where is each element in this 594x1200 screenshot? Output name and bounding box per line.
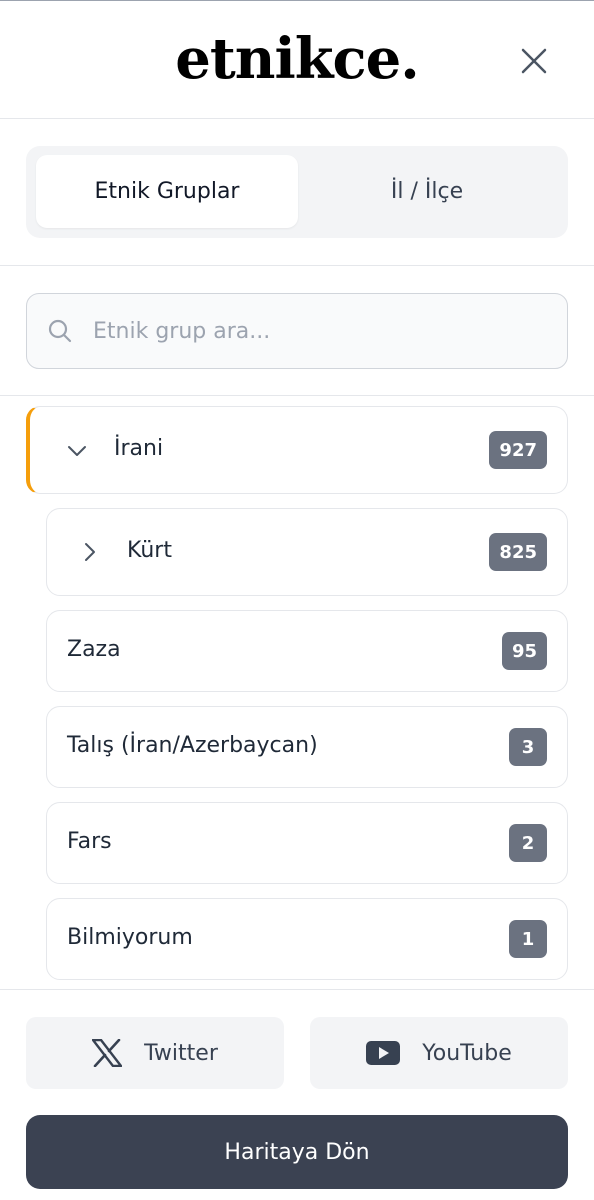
list-item-fars[interactable]: Fars 2	[46, 802, 568, 884]
list-item-label: Fars	[67, 829, 112, 854]
list-item-irani[interactable]: İrani 927	[26, 406, 568, 494]
chevron-down-icon[interactable]	[66, 440, 88, 462]
search-input[interactable]	[93, 310, 553, 352]
back-to-map-button[interactable]: Haritaya Dön	[26, 1115, 568, 1189]
tabs-section: Etnik Gruplar İl / İlçe	[0, 119, 594, 266]
tab-ethnic-groups[interactable]: Etnik Gruplar	[36, 155, 298, 228]
list-item-talis[interactable]: Talış (İran/Azerbaycan) 3	[46, 706, 568, 788]
search-box	[26, 293, 568, 369]
twitter-button[interactable]: Twitter	[26, 1017, 284, 1089]
list-item-label: Talış (İran/Azerbaycan)	[67, 733, 318, 758]
header: etnikce.	[0, 1, 594, 119]
youtube-icon	[366, 1041, 401, 1065]
footer-divider	[0, 989, 594, 990]
list-item-label: Zaza	[67, 637, 121, 662]
list-item-bilmiyorum[interactable]: Bilmiyorum 1	[46, 898, 568, 980]
list-item-label: Kürt	[127, 538, 172, 563]
chevron-right-icon[interactable]	[79, 541, 101, 563]
logo[interactable]: etnikce.	[0, 27, 594, 91]
list-item-label: Bilmiyorum	[67, 925, 193, 950]
tab-province-district[interactable]: İl / İlçe	[296, 155, 558, 228]
tab-bar: Etnik Gruplar İl / İlçe	[26, 146, 568, 238]
count-badge: 825	[489, 533, 547, 571]
list-item-label: İrani	[114, 436, 164, 461]
list-item-zaza[interactable]: Zaza 95	[46, 610, 568, 692]
close-button[interactable]	[512, 39, 556, 83]
list-item-kurt[interactable]: Kürt 825	[46, 508, 568, 596]
twitter-label: Twitter	[144, 1040, 218, 1066]
search-section	[0, 266, 594, 396]
page: etnikce. Etnik Gruplar İl / İlçe İra	[0, 0, 594, 1200]
count-badge: 95	[501, 632, 547, 670]
close-icon	[521, 48, 547, 74]
count-badge: 2	[509, 824, 547, 862]
youtube-label: YouTube	[422, 1040, 512, 1066]
count-badge: 1	[509, 920, 547, 958]
count-badge: 927	[489, 431, 547, 469]
count-badge: 3	[509, 728, 547, 766]
search-icon	[48, 319, 72, 343]
youtube-button[interactable]: YouTube	[310, 1017, 568, 1089]
x-twitter-icon	[92, 1039, 123, 1067]
